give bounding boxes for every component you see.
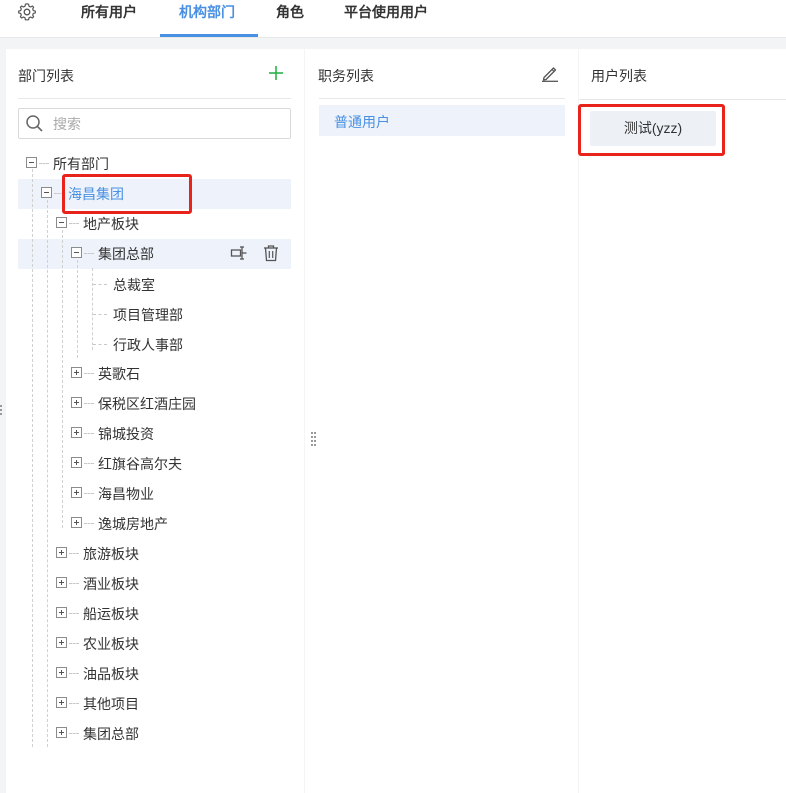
tree-node[interactable]: 英歌石: [98, 364, 140, 384]
tree-connector: [84, 493, 94, 494]
tree-node[interactable]: 农业板块: [83, 634, 139, 654]
tree-connector: [69, 673, 79, 674]
expand-icon[interactable]: [71, 397, 82, 408]
tab-all-users[interactable]: 所有用户: [81, 0, 137, 37]
collapse-icon[interactable]: [56, 217, 67, 228]
job-panel-title: 职务列表: [318, 68, 374, 84]
add-department-icon[interactable]: [267, 64, 285, 82]
tree-connector: [93, 344, 107, 345]
expand-icon[interactable]: [56, 667, 67, 678]
expand-icon[interactable]: [56, 577, 67, 588]
department-panel: [6, 49, 304, 793]
tree-node[interactable]: 酒业板块: [83, 574, 139, 594]
expand-icon[interactable]: [71, 427, 82, 438]
user-panel-title: 用户列表: [591, 68, 647, 84]
left-resize-handle[interactable]: [0, 405, 2, 417]
expand-icon[interactable]: [71, 457, 82, 468]
expand-icon[interactable]: [56, 607, 67, 618]
tree-guide-line: [77, 260, 78, 358]
tree-guide-line: [92, 268, 93, 350]
tree-connector: [69, 643, 79, 644]
panel-resize-handle[interactable]: [311, 432, 313, 448]
tree-connector: [84, 403, 94, 404]
tree-guide-line: [32, 169, 33, 747]
tab-platform-users[interactable]: 平台使用用户: [344, 0, 428, 37]
collapse-icon[interactable]: [71, 247, 82, 258]
tree-node[interactable]: 海昌物业: [98, 484, 154, 504]
trash-icon[interactable]: [262, 244, 280, 262]
collapse-icon[interactable]: [41, 187, 52, 198]
tree-connector: [69, 583, 79, 584]
user-panel: [579, 49, 786, 793]
expand-icon[interactable]: [71, 367, 82, 378]
tab-roles[interactable]: 角色: [276, 0, 304, 37]
tree-row-selected[interactable]: [18, 179, 291, 209]
gear-icon[interactable]: [17, 2, 37, 22]
tree-connector: [39, 163, 49, 164]
expand-icon[interactable]: [56, 547, 67, 558]
tree-node-leaf[interactable]: 总裁室: [113, 275, 155, 295]
user-chip-test[interactable]: 测试(yzz): [590, 111, 716, 146]
tree-node-all-departments[interactable]: 所有部门: [53, 154, 109, 174]
tree-connector: [54, 193, 64, 194]
tree-node[interactable]: 船运板块: [83, 604, 139, 624]
job-header-divider: [319, 98, 565, 99]
tree-connector: [69, 733, 79, 734]
expand-icon[interactable]: [56, 727, 67, 738]
tree-node[interactable]: 逸城房地产: [98, 514, 168, 534]
expand-icon[interactable]: [56, 637, 67, 648]
department-panel-title: 部门列表: [18, 68, 74, 84]
app-root: 所有用户 机构部门 角色 平台使用用户 部门列表 搜索 所有部门 海昌集团 地产…: [0, 0, 786, 793]
tree-connector: [84, 463, 94, 464]
panel-resize-handle-2[interactable]: [314, 432, 316, 448]
tree-node-leaf[interactable]: 项目管理部: [113, 305, 183, 325]
job-item-regular-user[interactable]: 普通用户: [319, 105, 565, 136]
collapse-icon[interactable]: [26, 157, 37, 168]
tree-node-haichang-group[interactable]: 海昌集团: [68, 184, 124, 204]
tree-node[interactable]: 红旗谷高尔夫: [98, 454, 182, 474]
tree-node[interactable]: 其他项目: [83, 694, 139, 714]
tree-node-group-hq[interactable]: 集团总部: [98, 244, 154, 264]
department-search-box: [18, 108, 291, 139]
search-icon: [26, 115, 43, 132]
tree-guide-line: [47, 200, 48, 747]
tree-node-leaf[interactable]: 行政人事部: [113, 335, 183, 355]
tree-node[interactable]: 锦城投资: [98, 424, 154, 444]
tree-connector: [69, 553, 79, 554]
expand-icon[interactable]: [71, 517, 82, 528]
top-tab-bar: 所有用户 机构部门 角色 平台使用用户: [0, 0, 786, 38]
tree-connector: [84, 373, 94, 374]
tab-departments[interactable]: 机构部门: [179, 0, 235, 37]
tree-connector: [69, 223, 79, 224]
tree-node[interactable]: 集团总部: [83, 724, 139, 744]
tree-connector: [84, 523, 94, 524]
tree-row-hovered[interactable]: [18, 239, 291, 269]
tree-connector: [69, 613, 79, 614]
tree-node[interactable]: 保税区红酒庄园: [98, 394, 196, 414]
department-search-input[interactable]: [53, 113, 283, 134]
tree-guide-line: [62, 230, 63, 528]
job-item-label: 普通用户: [334, 114, 390, 130]
expand-icon[interactable]: [56, 697, 67, 708]
tree-connector: [69, 703, 79, 704]
edit-icon[interactable]: [541, 64, 559, 82]
tree-connector: [93, 314, 107, 315]
active-tab-indicator: [160, 34, 258, 37]
tree-node-real-estate[interactable]: 地产板块: [83, 214, 139, 234]
tree-node[interactable]: 油品板块: [83, 664, 139, 684]
department-header-divider: [18, 98, 291, 99]
tree-connector: [93, 284, 107, 285]
tree-connector: [84, 433, 94, 434]
tree-connector: [84, 253, 94, 254]
user-header-divider: [579, 99, 786, 100]
user-chip-label: 测试(yzz): [623, 120, 683, 136]
expand-icon[interactable]: [71, 487, 82, 498]
job-panel: [305, 49, 578, 793]
tree-node[interactable]: 旅游板块: [83, 544, 139, 564]
rename-icon[interactable]: [230, 244, 248, 262]
